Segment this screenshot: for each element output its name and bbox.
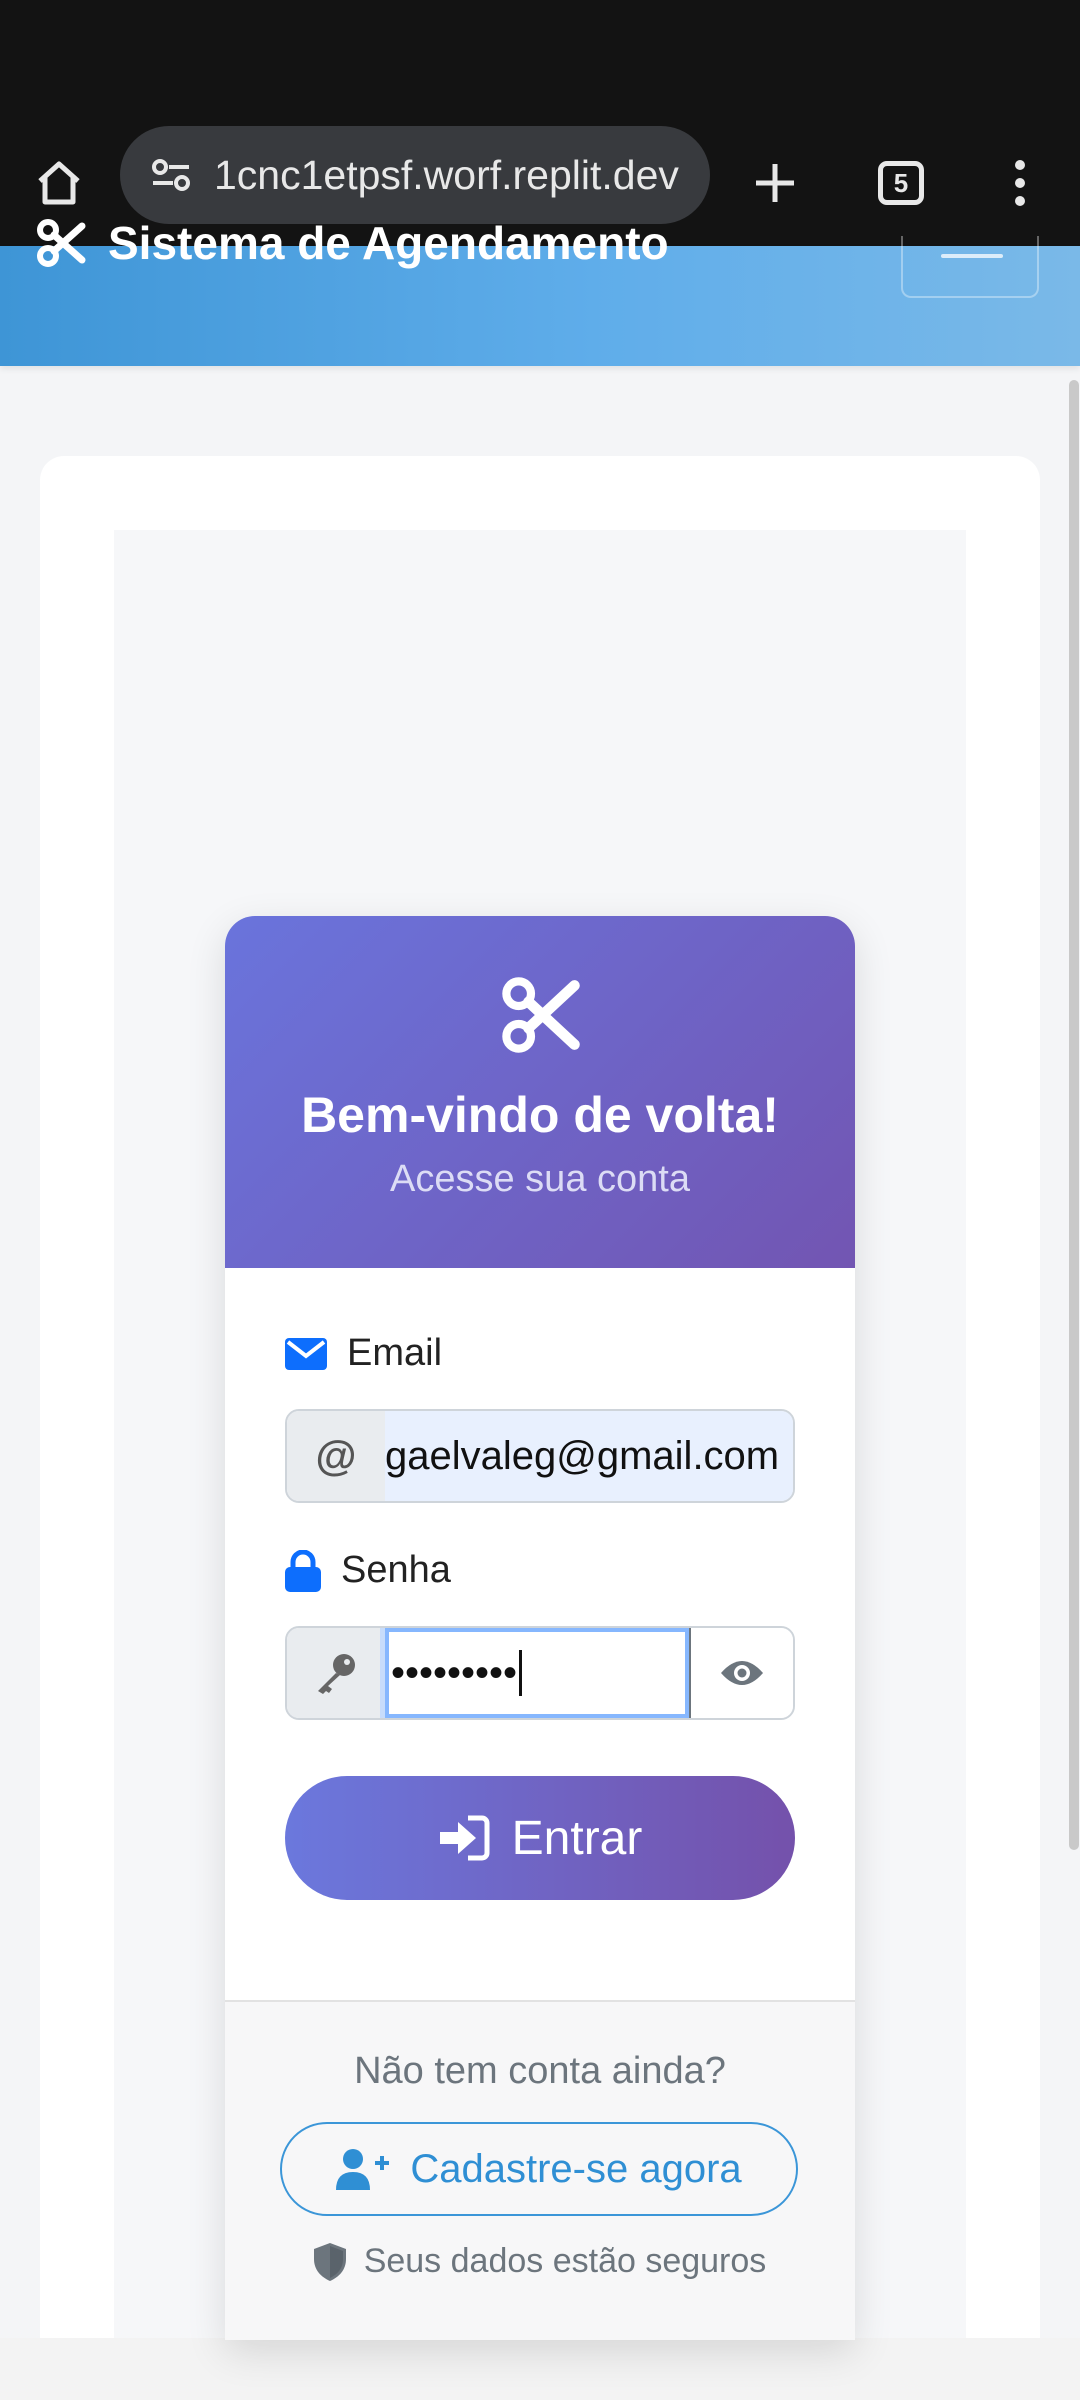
key-addon — [287, 1628, 385, 1718]
user-plus-icon — [336, 2149, 390, 2190]
home-icon — [38, 161, 80, 205]
navbar-brand[interactable]: Sistema de Agendamento — [36, 216, 669, 270]
password-input-group: ••••••••• — [285, 1626, 795, 1720]
page-scrollbar[interactable] — [1069, 380, 1079, 1850]
secure-text: Seus dados estão seguros — [363, 2242, 767, 2280]
email-field[interactable]: gaelvaleg@gmail.com — [385, 1411, 793, 1501]
login-submit-button[interactable]: Entrar — [285, 1776, 795, 1900]
password-label-text: Senha — [341, 1549, 451, 1591]
login-form: Email @ gaelvaleg@gmail.com Senha ••••••… — [225, 1332, 855, 1720]
login-title: Bem-vindo de volta! — [301, 1087, 779, 1143]
hamburger-icon — [941, 254, 1003, 258]
key-icon — [318, 1654, 355, 1694]
url-text: 1cnc1etpsf.worf.replit.dev — [214, 151, 679, 198]
password-field[interactable]: ••••••••• — [385, 1628, 689, 1718]
status-bar — [0, 0, 1080, 120]
new-tab-button[interactable] — [740, 150, 810, 216]
navbar-toggler[interactable] — [901, 236, 1039, 298]
eye-icon — [721, 1661, 763, 1685]
secure-notice: Seus dados estão seguros — [225, 2242, 855, 2281]
register-label: Cadastre-se agora — [410, 2146, 742, 2191]
tab-count: 5 — [878, 161, 924, 205]
toggle-password-button[interactable] — [689, 1628, 793, 1718]
more-vertical-icon — [1015, 160, 1025, 206]
site-settings-button[interactable] — [138, 142, 204, 208]
page-bottom — [0, 2338, 1080, 2400]
email-label-text: Email — [347, 1332, 443, 1374]
envelope-icon — [285, 1337, 327, 1370]
brand-title: Sistema de Agendamento — [108, 217, 669, 269]
password-label: Senha — [285, 1549, 795, 1592]
email-input-group: @ gaelvaleg@gmail.com — [285, 1409, 795, 1503]
login-subtitle: Acesse sua conta — [390, 1158, 690, 1200]
plus-icon — [756, 164, 794, 202]
password-value: ••••••••• — [391, 1650, 518, 1695]
shield-icon — [313, 2242, 346, 2281]
login-card: Bem-vindo de volta! Acesse sua conta Ema… — [225, 916, 855, 2340]
address-bar[interactable]: 1cnc1etpsf.worf.replit.dev — [120, 126, 710, 224]
login-card-footer: Não tem conta ainda? Cadastre-se agora S… — [225, 2000, 855, 2340]
login-card-header: Bem-vindo de volta! Acesse sua conta — [225, 916, 855, 1268]
at-sign-addon: @ — [287, 1411, 385, 1501]
tab-switcher-button[interactable]: 5 — [868, 150, 934, 216]
register-button[interactable]: Cadastre-se agora — [280, 2122, 798, 2216]
scissors-icon — [502, 977, 580, 1053]
text-caret — [519, 1650, 523, 1696]
lock-icon — [285, 1549, 321, 1592]
browser-menu-button[interactable] — [990, 150, 1050, 216]
sign-in-icon — [439, 1815, 490, 1861]
login-submit-label: Entrar — [511, 1811, 643, 1865]
email-label: Email — [285, 1332, 795, 1375]
app-navbar: Sistema de Agendamento — [0, 217, 1080, 366]
no-account-text: Não tem conta ainda? — [354, 2050, 726, 2092]
tune-icon — [152, 159, 190, 191]
home-button[interactable] — [26, 150, 92, 216]
scissors-icon — [37, 219, 86, 267]
